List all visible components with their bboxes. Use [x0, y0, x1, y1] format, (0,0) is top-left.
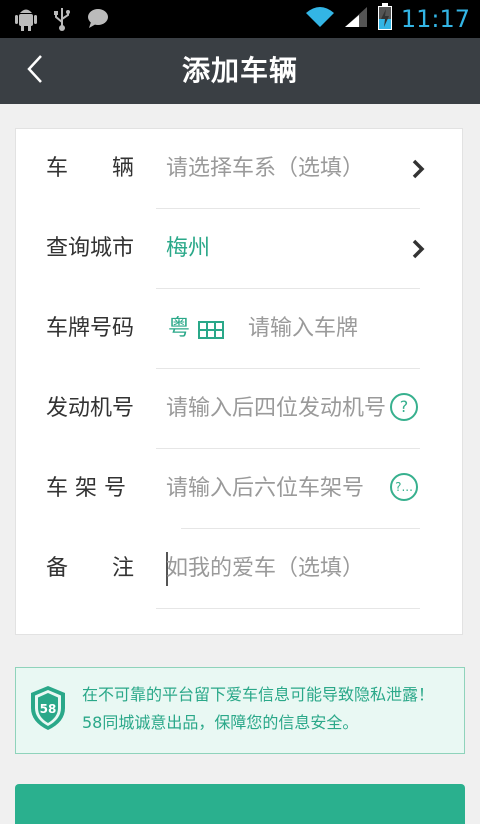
chevron-right-icon: [408, 159, 428, 179]
chat-bubble-icon: [86, 6, 110, 36]
divider: [156, 608, 420, 609]
frame-input[interactable]: 请输入后六位车架号: [166, 449, 398, 529]
city-select[interactable]: 梅州: [166, 209, 210, 289]
security-notice-text: 在不可靠的平台留下爱车信息可能导致隐私泄露！58同城诚意出品，保障您的信息安全。: [82, 685, 435, 732]
remark-input[interactable]: 如我的爱车（选填）: [166, 529, 364, 609]
vehicle-select[interactable]: 请选择车系（选填）: [166, 129, 364, 209]
engine-help-button[interactable]: ?: [390, 393, 418, 421]
frame-label: 车 架 号: [46, 476, 126, 501]
frame-row: 车 架 号 请输入后六位车架号 ?...: [16, 449, 464, 529]
vehicle-row[interactable]: 车 辆 请选择车系（选填）: [16, 129, 464, 209]
vehicle-form: 车 辆 请选择车系（选填） 查询城市 梅州 车牌号码 粤 请输入车牌 发动机号: [15, 128, 463, 635]
android-debug-icon: [14, 6, 38, 36]
province-selector[interactable]: 粤: [168, 289, 190, 369]
engine-input[interactable]: 请输入后四位发动机号: [166, 369, 418, 449]
city-row[interactable]: 查询城市 梅州: [16, 209, 464, 289]
shield-badge-text: 58: [40, 702, 57, 716]
chevron-right-icon: [408, 239, 428, 259]
plate-row: 车牌号码 粤 请输入车牌: [16, 289, 464, 369]
city-label: 查询城市: [46, 236, 135, 261]
signal-icon: [343, 5, 369, 33]
shield-icon: 58: [28, 684, 68, 732]
wifi-icon: [305, 5, 335, 33]
remark-row: 备 注 如我的爱车（选填）: [16, 529, 464, 609]
grid-icon[interactable]: [198, 321, 224, 343]
vehicle-label: 车 辆: [46, 156, 135, 181]
page-title: 添加车辆: [181, 54, 298, 87]
security-notice: 58 在不可靠的平台留下爱车信息可能导致隐私泄露！58同城诚意出品，保障您的信息…: [15, 667, 465, 754]
engine-row: 发动机号 请输入后四位发动机号 ?: [16, 369, 464, 449]
usb-icon: [52, 6, 72, 36]
plate-input[interactable]: 请输入车牌: [248, 289, 358, 369]
status-bar: 11:17: [0, 0, 480, 38]
submit-button[interactable]: [15, 784, 465, 824]
engine-label: 发动机号: [46, 396, 135, 421]
plate-label: 车牌号码: [46, 316, 135, 341]
remark-label: 备 注: [46, 556, 135, 581]
clock: 11:17: [400, 5, 470, 33]
title-bar: 添加车辆: [0, 38, 480, 104]
battery-charging-icon: [377, 3, 393, 35]
frame-help-button[interactable]: ?...: [390, 473, 418, 501]
